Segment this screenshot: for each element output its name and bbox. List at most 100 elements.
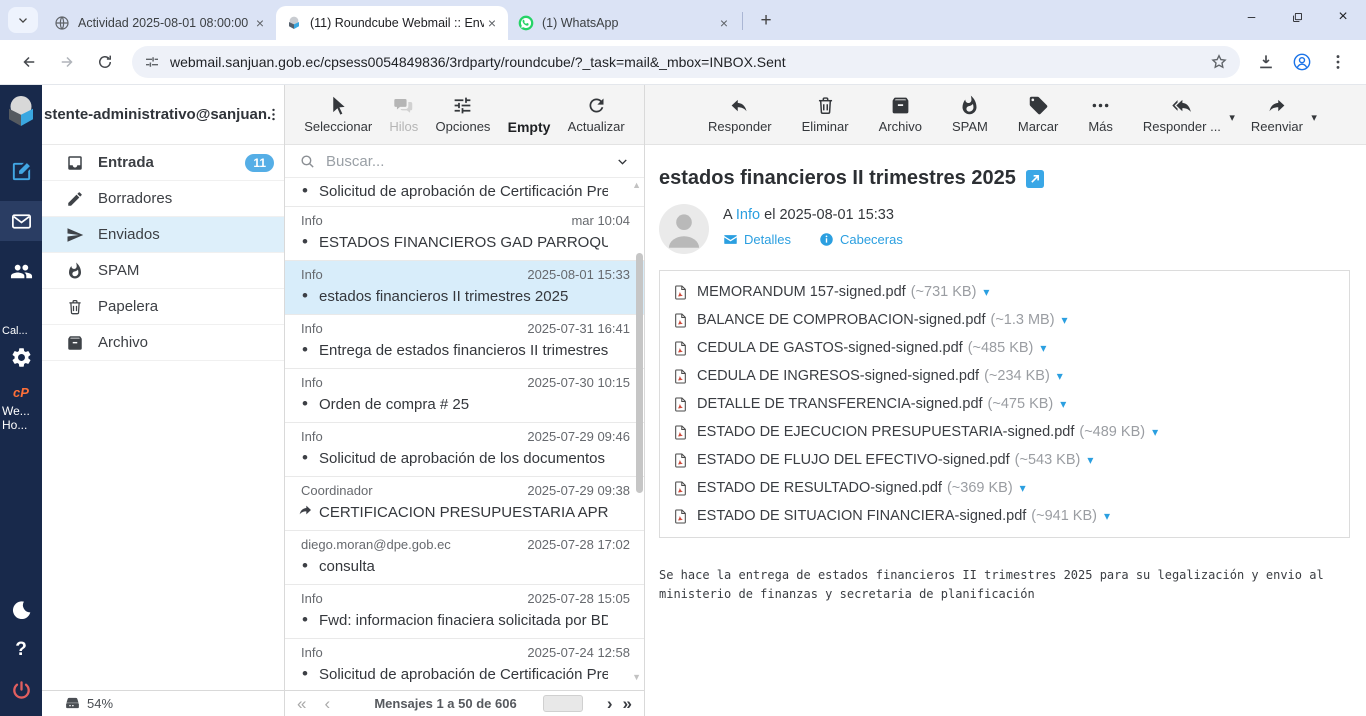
forward-button[interactable] (52, 47, 82, 77)
scroll-down-icon[interactable]: ▼ (632, 672, 641, 682)
folder-label: SPAM (98, 262, 274, 279)
webmail-home-label[interactable]: We...Ho... (0, 404, 30, 432)
browser-menu-icon[interactable] (1328, 52, 1348, 72)
message-list-item[interactable]: diego.moran@dpe.gob.ec 2025-07-28 17:02 … (285, 531, 644, 585)
close-window-button[interactable]: × (1320, 0, 1366, 34)
message-list-item[interactable]: Info 2025-07-29 09:46 • Solicitud de apr… (285, 423, 644, 477)
attachment-item[interactable]: ESTADO DE EJECUCION PRESUPUESTARIA-signe… (672, 418, 1337, 446)
folder-item-papelera[interactable]: Papelera (42, 289, 284, 325)
attachment-item[interactable]: BALANCE DE COMPROBACION-signed.pdf (~1.3… (672, 306, 1337, 334)
attachment-menu-caret-icon[interactable]: ▾ (1062, 313, 1068, 327)
folder-item-entrada[interactable]: Entrada 11 (42, 145, 284, 181)
reload-button[interactable] (90, 47, 120, 77)
tab-close-icon[interactable]: × (716, 15, 732, 31)
next-page-button[interactable]: › (607, 694, 613, 714)
attachment-menu-caret-icon[interactable]: ▾ (1020, 481, 1026, 495)
nav-mail-button[interactable] (0, 201, 42, 241)
list-scrollbar[interactable] (636, 253, 643, 493)
dropdown-caret-icon[interactable]: ▾ (1311, 111, 1317, 124)
attachment-item[interactable]: MEMORANDUM 157-signed.pdf (~731 KB) ▾ (672, 278, 1337, 306)
attachment-menu-caret-icon[interactable]: ▾ (1060, 397, 1066, 411)
back-button[interactable] (14, 47, 44, 77)
open-in-new-window-icon[interactable] (1026, 170, 1044, 188)
gear-icon (10, 346, 33, 369)
download-icon[interactable] (1256, 52, 1276, 72)
message-list-item[interactable]: Info mar 10:04 • ESTADOS FINANCIEROS GAD… (285, 207, 644, 261)
toolbar-button-actualizar[interactable]: Actualizar (564, 95, 629, 134)
message-list-item[interactable]: • Solicitud de aprobación de Certificaci… (285, 181, 644, 207)
toolbar-button-archivo[interactable]: Archivo (875, 95, 926, 134)
message-list-item[interactable]: Coordinador 2025-07-29 09:38 CERTIFICACI… (285, 477, 644, 531)
folder-item-archivo[interactable]: Archivo (42, 325, 284, 361)
toolbar-button-seleccionar[interactable]: Seleccionar (300, 95, 376, 134)
toolbar-button-empty[interactable]: Empty (504, 95, 555, 135)
dropdown-caret-icon[interactable]: ▾ (1229, 111, 1235, 124)
folder-item-borradores[interactable]: Borradores (42, 181, 284, 217)
folder-item-spam[interactable]: SPAM (42, 253, 284, 289)
nav-contacts-button[interactable] (0, 251, 42, 291)
help-button[interactable]: ? (0, 630, 42, 670)
toolbar-button-opciones[interactable]: Opciones (432, 95, 495, 134)
message-list-item[interactable]: Info 2025-08-01 15:33 • estados financie… (285, 261, 644, 315)
compose-button[interactable] (0, 151, 42, 191)
minimize-button[interactable] (1228, 0, 1274, 34)
url-text[interactable]: webmail.sanjuan.gob.ec/cpsess0054849836/… (170, 54, 1202, 70)
attachment-item[interactable]: DETALLE DE TRANSFERENCIA-signed.pdf (~47… (672, 390, 1337, 418)
tab-close-icon[interactable]: × (252, 15, 268, 31)
tab-close-icon[interactable]: × (484, 15, 500, 31)
nav-calendar-label[interactable]: Cal... (0, 325, 28, 337)
browser-tab-whatsapp[interactable]: (1) WhatsApp × (508, 6, 740, 40)
folder-menu-icon[interactable] (265, 106, 282, 123)
attachment-menu-caret-icon[interactable]: ▾ (1057, 369, 1063, 383)
dark-mode-button[interactable] (0, 590, 42, 630)
action-detalles[interactable]: Detalles (723, 232, 791, 247)
folder-item-enviados[interactable]: Enviados (42, 217, 284, 253)
tab-search-button[interactable] (8, 7, 38, 33)
toolbar-button-mas[interactable]: Más (1084, 95, 1117, 134)
cpanel-icon[interactable]: cP (13, 385, 29, 400)
attachment-menu-caret-icon[interactable]: ▾ (1040, 341, 1046, 355)
toolbar-button-marcar[interactable]: Marcar (1014, 95, 1062, 134)
toolbar-button-spam[interactable]: SPAM (948, 95, 992, 134)
attachment-menu-caret-icon[interactable]: ▾ (1152, 425, 1158, 439)
message-list-item[interactable]: Info 2025-07-31 16:41 • Entrega de estad… (285, 315, 644, 369)
page-number-input[interactable] (543, 695, 583, 712)
attachment-item[interactable]: ESTADO DE SITUACION FINANCIERA-signed.pd… (672, 502, 1337, 530)
toolbar-button-responder-todos[interactable]: Responder ... ▾ (1139, 95, 1225, 134)
attachment-menu-caret-icon[interactable]: ▾ (1087, 453, 1093, 467)
attachment-item[interactable]: ESTADO DE RESULTADO-signed.pdf (~369 KB)… (672, 474, 1337, 502)
bookmark-star-icon[interactable] (1210, 53, 1228, 71)
last-page-button[interactable]: » (623, 694, 632, 714)
attachment-item[interactable]: CEDULA DE INGRESOS-signed-signed.pdf (~2… (672, 362, 1337, 390)
toolbar-button-responder[interactable]: Responder (704, 95, 776, 134)
avatar-person-icon (659, 204, 709, 254)
toolbar-button-hilos[interactable]: Hilos (385, 95, 422, 134)
profile-icon[interactable] (1292, 52, 1312, 72)
attachment-item[interactable]: CEDULA DE GASTOS-signed-signed.pdf (~485… (672, 334, 1337, 362)
logout-button[interactable] (0, 670, 42, 710)
message-list-item[interactable]: Info 2025-07-30 10:15 • Orden de compra … (285, 369, 644, 423)
maximize-button[interactable] (1274, 0, 1320, 34)
message-date: 2025-08-01 15:33 (779, 207, 894, 223)
new-tab-button[interactable]: + (753, 8, 779, 34)
browser-tab-roundcube[interactable]: (11) Roundcube Webmail :: Envi × (276, 6, 508, 40)
search-options-chevron-icon[interactable] (615, 154, 630, 169)
prev-page-button[interactable]: ‹ (324, 694, 330, 714)
attachment-menu-caret-icon[interactable]: ▾ (1104, 509, 1110, 523)
browser-tab-actividad[interactable]: Actividad 2025-08-01 08:00:00 × (44, 6, 276, 40)
recipient-link[interactable]: Info (736, 207, 760, 223)
address-bar[interactable]: webmail.sanjuan.gob.ec/cpsess0054849836/… (132, 46, 1240, 78)
action-cabeceras[interactable]: Cabeceras (819, 232, 903, 247)
toolbar-button-reenviar[interactable]: Reenviar ▾ (1247, 95, 1307, 134)
back-icon (20, 53, 38, 71)
message-list-item[interactable]: Info 2025-07-24 12:58 • Solicitud de apr… (285, 639, 644, 690)
attachment-menu-caret-icon[interactable]: ▾ (983, 285, 989, 299)
message-list-item[interactable]: Info 2025-07-28 15:05 • Fwd: informacion… (285, 585, 644, 639)
nav-settings-button[interactable] (0, 337, 42, 377)
attachment-item[interactable]: ESTADO DE FLUJO DEL EFECTIVO-signed.pdf … (672, 446, 1337, 474)
search-input[interactable] (326, 153, 615, 170)
scroll-up-icon[interactable]: ▲ (632, 180, 641, 190)
first-page-button[interactable]: « (297, 694, 306, 714)
toolbar-button-eliminar[interactable]: Eliminar (798, 95, 853, 134)
site-info-icon[interactable] (144, 54, 160, 70)
